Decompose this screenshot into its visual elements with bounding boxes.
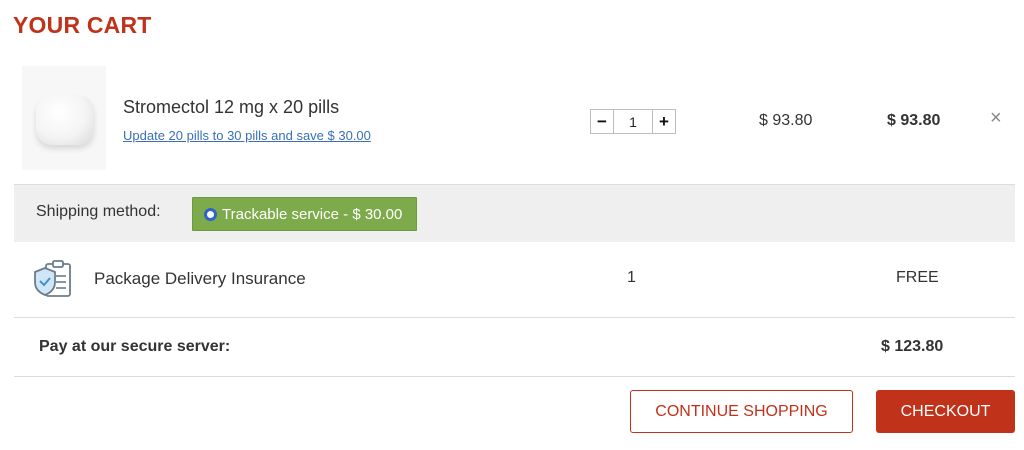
shield-clipboard-icon bbox=[34, 260, 71, 297]
pill-image bbox=[36, 95, 94, 145]
quantity-increase-button[interactable]: + bbox=[653, 110, 675, 133]
insurance-label: Package Delivery Insurance bbox=[94, 269, 306, 288]
shipping-method-label: Shipping method: bbox=[36, 203, 161, 220]
cart-item-row: Stromectol 12 mg x 20 pills Update 20 pi… bbox=[14, 60, 1015, 184]
insurance-quantity: 1 bbox=[627, 269, 636, 286]
quantity-input[interactable]: 1 bbox=[613, 110, 653, 133]
total-label: Pay at our secure server: bbox=[39, 338, 231, 355]
radio-selected-icon[interactable] bbox=[204, 207, 217, 221]
unit-price: $ 93.80 bbox=[759, 112, 813, 129]
quantity-stepper: − 1 + bbox=[590, 109, 676, 134]
shipping-option-trackable[interactable]: Trackable service - $ 30.00 bbox=[192, 197, 417, 231]
continue-shopping-button[interactable]: CONTINUE SHOPPING bbox=[630, 390, 853, 433]
order-total-row: Pay at our secure server: $ 123.80 bbox=[14, 318, 1015, 377]
product-name[interactable]: Stromectol 12 mg x 20 pills bbox=[123, 97, 339, 118]
product-thumbnail[interactable] bbox=[22, 66, 106, 170]
insurance-row: Package Delivery Insurance 1 FREE bbox=[14, 242, 1015, 318]
shipping-method-row: Shipping method: Trackable service - $ 3… bbox=[14, 184, 1015, 242]
quantity-decrease-button[interactable]: − bbox=[591, 110, 613, 133]
checkout-button[interactable]: CHECKOUT bbox=[876, 390, 1015, 433]
shipping-option-label: Trackable service - $ 30.00 bbox=[222, 205, 403, 223]
cart-title: YOUR CART bbox=[13, 12, 152, 38]
upgrade-quantity-link[interactable]: Update 20 pills to 30 pills and save $ 3… bbox=[123, 128, 371, 143]
line-total-price: $ 93.80 bbox=[887, 112, 941, 129]
remove-item-icon[interactable]: × bbox=[990, 107, 1002, 130]
insurance-price: FREE bbox=[896, 269, 939, 286]
total-amount: $ 123.80 bbox=[881, 338, 944, 355]
